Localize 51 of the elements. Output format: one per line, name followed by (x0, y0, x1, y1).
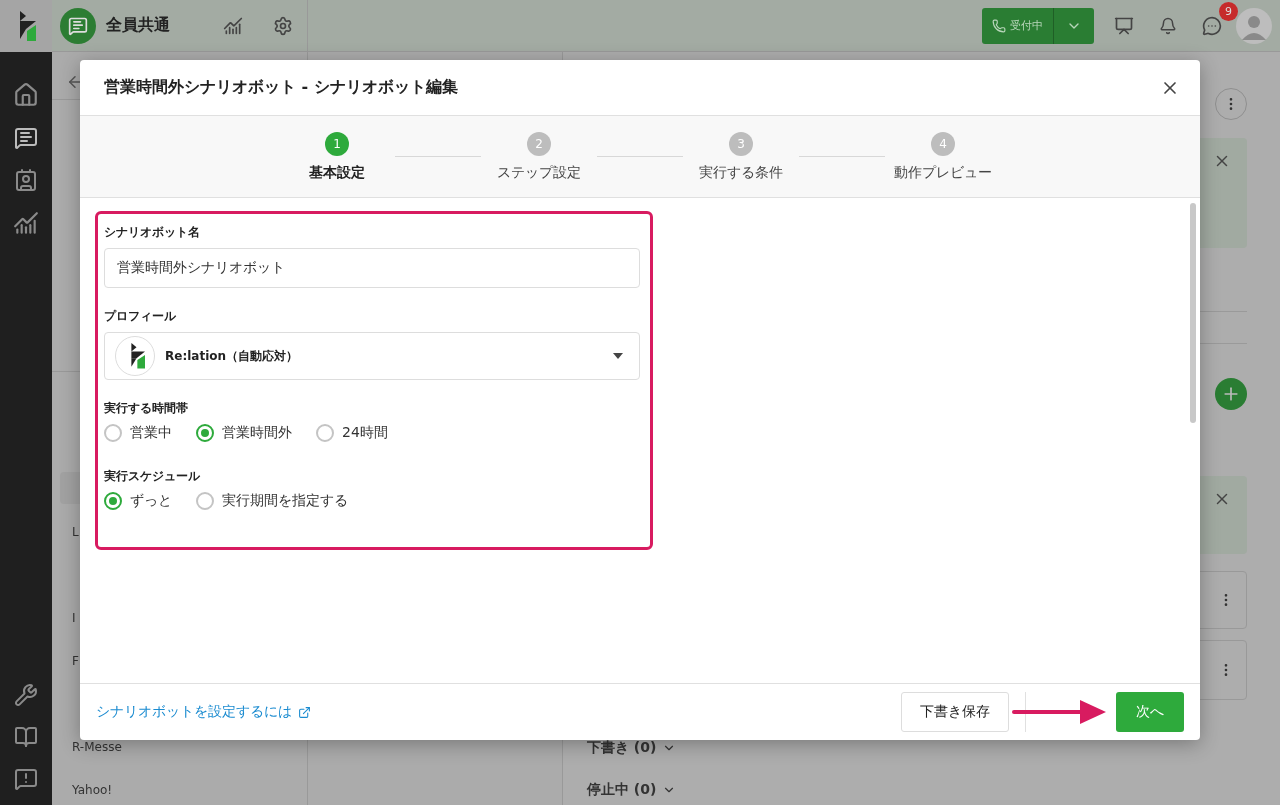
radio-button[interactable] (104, 492, 122, 510)
home-icon[interactable] (13, 82, 39, 108)
add-button[interactable] (1215, 378, 1247, 410)
inbox-icon[interactable] (14, 126, 38, 150)
contacts-icon[interactable] (14, 168, 38, 192)
phone-icon (992, 18, 1006, 33)
name-input[interactable]: 営業時間外シナリオボット (104, 248, 640, 288)
profile-avatar (115, 336, 155, 376)
radio-button[interactable] (316, 424, 334, 442)
step-label: ステップ設定 (497, 164, 581, 182)
field-label: プロフィール (104, 308, 177, 325)
workspace-name: 全員共通 (106, 15, 171, 36)
field-label: シナリオボット名 (104, 224, 201, 241)
radio-option[interactable]: 24時間 (316, 424, 388, 442)
step-label: 動作プレビュー (894, 164, 992, 182)
tools-icon[interactable] (14, 683, 38, 707)
chart-icon[interactable] (13, 210, 39, 236)
book-icon[interactable] (14, 725, 38, 749)
radio-option[interactable]: ずっと (104, 492, 172, 510)
next-button[interactable]: 次へ (1116, 692, 1184, 732)
field-label: 実行する時間帯 (104, 400, 189, 417)
section-toggle[interactable]: 停止中 (0) (587, 781, 657, 799)
step-number: 1 (325, 132, 349, 156)
radio-button[interactable] (196, 424, 214, 442)
radio-option[interactable]: 営業時間外 (196, 424, 292, 442)
radio-button[interactable] (104, 424, 122, 442)
list-item[interactable]: L (72, 524, 79, 539)
section-toggle[interactable]: 下書き (0) (587, 739, 657, 757)
external-link-icon (298, 705, 311, 719)
help-icon[interactable] (14, 767, 38, 791)
step-number: 2 (527, 132, 551, 156)
list-item[interactable]: Yahoo! (72, 782, 113, 797)
list-item[interactable]: R-Messe (72, 739, 122, 754)
radio-option[interactable]: 営業中 (104, 424, 172, 442)
dialog-title: 営業時間外シナリオボット - シナリオボット編集 (104, 77, 458, 98)
list-item[interactable]: I (72, 610, 76, 625)
dropdown-caret-icon (613, 353, 623, 359)
step-label: 実行する条件 (699, 164, 783, 182)
step-number: 3 (729, 132, 753, 156)
profile-select[interactable]: Re:lation（自動応対） (104, 332, 640, 380)
field-label: 実行スケジュール (104, 468, 201, 485)
step-number: 4 (931, 132, 955, 156)
save-draft-button[interactable]: 下書き保存 (901, 692, 1009, 732)
list-item[interactable]: F (72, 653, 79, 668)
notification-badge: 9 (1219, 1, 1238, 21)
scrollbar[interactable] (1190, 203, 1196, 423)
radio-button[interactable] (196, 492, 214, 510)
help-link[interactable]: シナリオボットを設定するには (96, 703, 311, 721)
radio-option[interactable]: 実行期間を指定する (196, 492, 348, 510)
step-label: 基本設定 (309, 164, 365, 182)
inbox-icon[interactable] (60, 7, 96, 44)
